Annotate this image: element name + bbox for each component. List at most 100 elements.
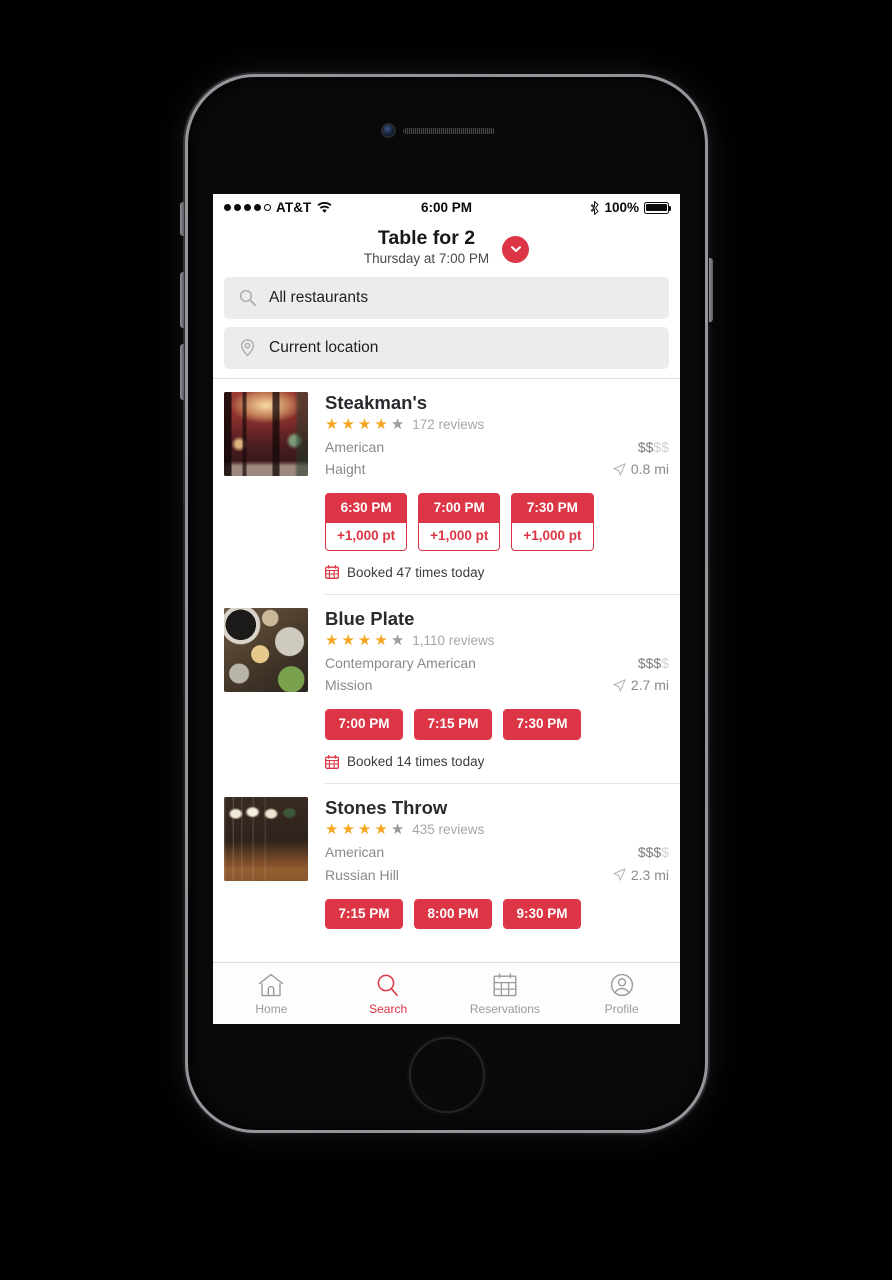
booked-status: Booked 47 times today (213, 551, 680, 580)
app-header: Table for 2 Thursday at 7:00 PM (213, 221, 680, 277)
restaurant-list: Steakman's ★ ★ ★ ★ ★ 172 reviews American $$… (213, 378, 680, 930)
list-item[interactable]: Blue Plate ★ ★ ★ ★ ★ 1,110 reviews Contempor… (213, 595, 680, 785)
time-slot-button[interactable]: 7:00 PM +1,000 pt (418, 493, 501, 551)
time-slot-button[interactable]: 9:30 PM (503, 898, 581, 930)
price-level: $$$$ (637, 655, 669, 672)
distance-label: 0.8 mi (630, 461, 669, 478)
page-title: Table for 2 (377, 227, 476, 249)
home-button[interactable] (408, 1037, 485, 1113)
calendar-icon (325, 754, 339, 769)
restaurant-name: Blue Plate (325, 607, 415, 629)
star-rating: ★ ★ ★ ★ ★ (325, 632, 405, 650)
star-rating: ★ ★ ★ ★ ★ (325, 821, 405, 839)
time-slot-points: +1,000 pt (419, 523, 500, 550)
price-level: $$$$ (637, 844, 669, 861)
iphone-device-frame: AT&T 6:00 PM 100% Table for 2 Thursday a… (180, 72, 713, 1135)
booked-text: Booked 47 times today (347, 564, 485, 580)
review-count: 172 reviews (412, 417, 485, 433)
restaurant-thumbnail (224, 391, 308, 476)
restaurant-info: Blue Plate ★ ★ ★ ★ ★ 1,110 reviews Contempor… (308, 608, 669, 696)
search-input[interactable]: All restaurants (224, 276, 669, 319)
time-slot-button[interactable]: 7:30 PM (503, 709, 581, 741)
restaurant-info: Steakman's ★ ★ ★ ★ ★ 172 reviews American $$… (308, 392, 669, 480)
time-slot-time: 7:00 PM (326, 710, 402, 740)
time-slot-button[interactable]: 7:15 PM (414, 709, 492, 741)
restaurant-name: Stones Throw (325, 797, 448, 819)
status-bar-left: AT&T (224, 200, 447, 215)
navigation-arrow-icon (613, 868, 626, 881)
volume-up-button[interactable] (180, 272, 184, 328)
restaurant-thumbnail (224, 797, 308, 882)
neighborhood-distance-row: Haight 0.8 mi (325, 458, 669, 480)
battery-icon (644, 201, 672, 214)
calendar-grid-icon (492, 971, 518, 997)
distance-group: 2.7 mi (613, 674, 669, 696)
restaurant-row[interactable]: Stones Throw ★ ★ ★ ★ ★ 435 reviews American … (213, 784, 680, 885)
tab-profile[interactable]: Profile (563, 971, 680, 1016)
chevron-down-icon[interactable] (502, 235, 530, 263)
user-circle-icon (609, 971, 635, 997)
search-icon (238, 288, 257, 307)
distance-group: 0.8 mi (613, 458, 669, 480)
volume-down-button[interactable] (180, 344, 184, 400)
status-bar-right: 100% (447, 200, 672, 215)
booked-text: Booked 14 times today (347, 754, 485, 770)
restaurant-info: Stones Throw ★ ★ ★ ★ ★ 435 reviews American … (308, 797, 669, 885)
silent-switch[interactable] (180, 202, 184, 236)
signal-strength-dots (224, 204, 271, 211)
neighborhood-label: Mission (325, 677, 373, 694)
rating-row: ★ ★ ★ ★ ★ 172 reviews (325, 417, 669, 432)
star-rating: ★ ★ ★ ★ ★ (325, 416, 405, 434)
bottom-tab-bar: Home Search Reservations Profile (213, 962, 680, 1024)
cuisine-price-row: Contemporary American $$$$ (325, 652, 669, 674)
review-count: 1,110 reviews (412, 633, 495, 649)
cuisine-price-row: American $$$$ (325, 841, 669, 863)
time-slot-time: 7:30 PM (512, 494, 593, 524)
time-slot-button[interactable]: 7:15 PM (325, 898, 403, 930)
time-slot-time: 7:00 PM (419, 494, 500, 524)
time-slot-points: +1,000 pt (512, 523, 593, 550)
list-item[interactable]: Stones Throw ★ ★ ★ ★ ★ 435 reviews American … (213, 784, 680, 930)
distance-label: 2.3 mi (630, 866, 669, 883)
restaurant-name: Steakman's (325, 391, 428, 413)
navigation-arrow-icon (613, 463, 626, 476)
location-input[interactable]: Current location (224, 326, 669, 369)
restaurant-row[interactable]: Blue Plate ★ ★ ★ ★ ★ 1,110 reviews Contempor… (213, 595, 680, 696)
restaurant-row[interactable]: Steakman's ★ ★ ★ ★ ★ 172 reviews American $$… (213, 379, 680, 480)
cuisine-label: American (325, 439, 385, 456)
distance-group: 2.3 mi (613, 864, 669, 886)
front-camera (382, 125, 394, 136)
calendar-icon (325, 565, 339, 580)
time-slot-time: 8:00 PM (415, 899, 491, 929)
tab-reservations[interactable]: Reservations (447, 971, 564, 1016)
earpiece-speaker (402, 128, 495, 134)
neighborhood-distance-row: Mission 2.7 mi (325, 674, 669, 696)
cuisine-label: Contemporary American (325, 655, 476, 672)
time-slots: 6:30 PM +1,000 pt 7:00 PM +1,000 pt 7:30… (213, 480, 680, 551)
tab-home[interactable]: Home (213, 971, 330, 1016)
review-count: 435 reviews (412, 822, 485, 838)
navigation-arrow-icon (613, 679, 626, 692)
neighborhood-label: Russian Hill (325, 866, 399, 883)
time-slot-button[interactable]: 7:30 PM +1,000 pt (511, 493, 594, 551)
cuisine-price-row: American $$$$ (325, 436, 669, 458)
time-slot-button[interactable]: 6:30 PM +1,000 pt (325, 493, 408, 551)
search-fields: All restaurants Current location (213, 276, 680, 378)
time-slots: 7:00 PM 7:15 PM 7:30 PM (213, 696, 680, 741)
time-slot-time: 6:30 PM (326, 494, 407, 524)
tab-search[interactable]: Search (330, 971, 447, 1016)
power-button[interactable] (709, 258, 713, 322)
list-item[interactable]: Steakman's ★ ★ ★ ★ ★ 172 reviews American $$… (213, 379, 680, 595)
tab-label-reservations: Reservations (469, 1002, 540, 1016)
wifi-icon (317, 201, 332, 214)
time-slot-points: +1,000 pt (326, 523, 407, 550)
price-level: $$$$ (637, 439, 669, 456)
time-slot-button[interactable]: 7:00 PM (325, 709, 403, 741)
time-slot-button[interactable]: 8:00 PM (414, 898, 492, 930)
carrier-label: AT&T (276, 200, 312, 215)
time-slot-time: 7:15 PM (415, 710, 491, 740)
neighborhood-distance-row: Russian Hill 2.3 mi (325, 864, 669, 886)
time-slots: 7:15 PM 8:00 PM 9:30 PM (213, 886, 680, 930)
reservation-datetime: Thursday at 7:00 PM (363, 251, 490, 266)
tab-label-home: Home (255, 1002, 288, 1016)
